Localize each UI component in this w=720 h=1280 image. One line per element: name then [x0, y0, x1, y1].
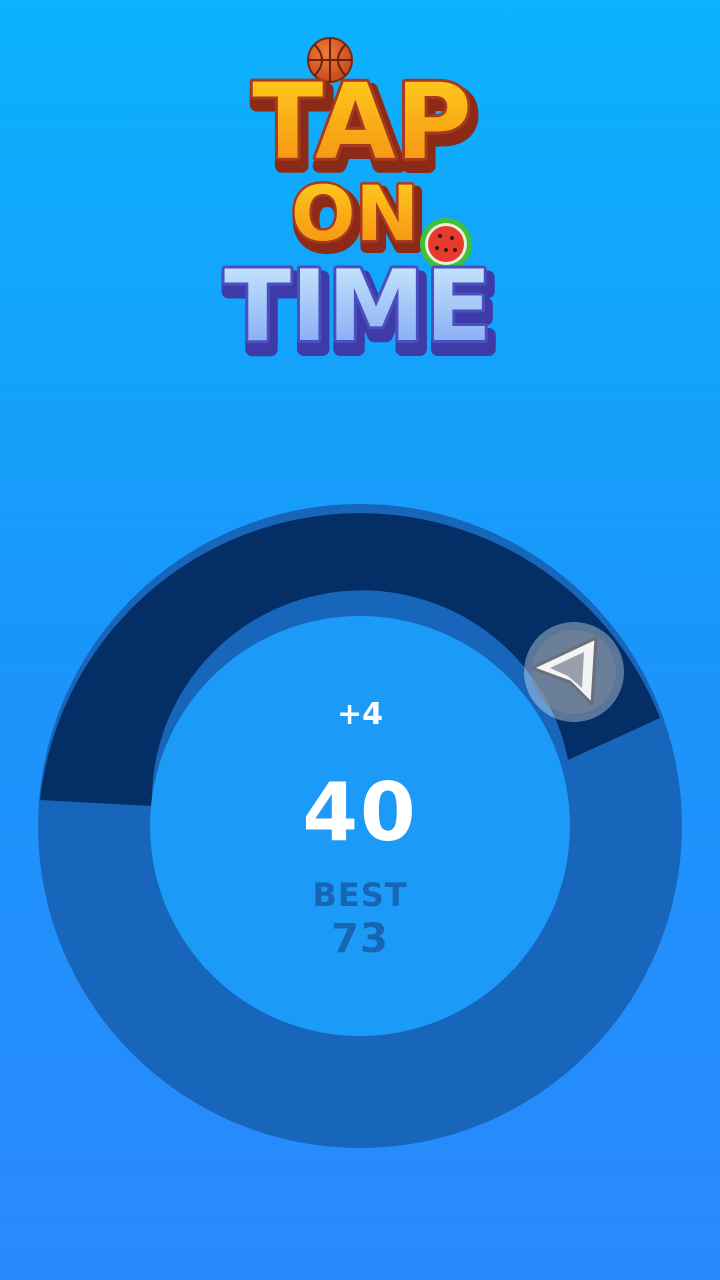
score-delta: +4	[336, 697, 383, 732]
current-score: 40	[302, 766, 418, 859]
best-label: BEST	[312, 876, 408, 914]
game-area[interactable]	[0, 0, 720, 1280]
best-score: 73	[331, 916, 389, 962]
